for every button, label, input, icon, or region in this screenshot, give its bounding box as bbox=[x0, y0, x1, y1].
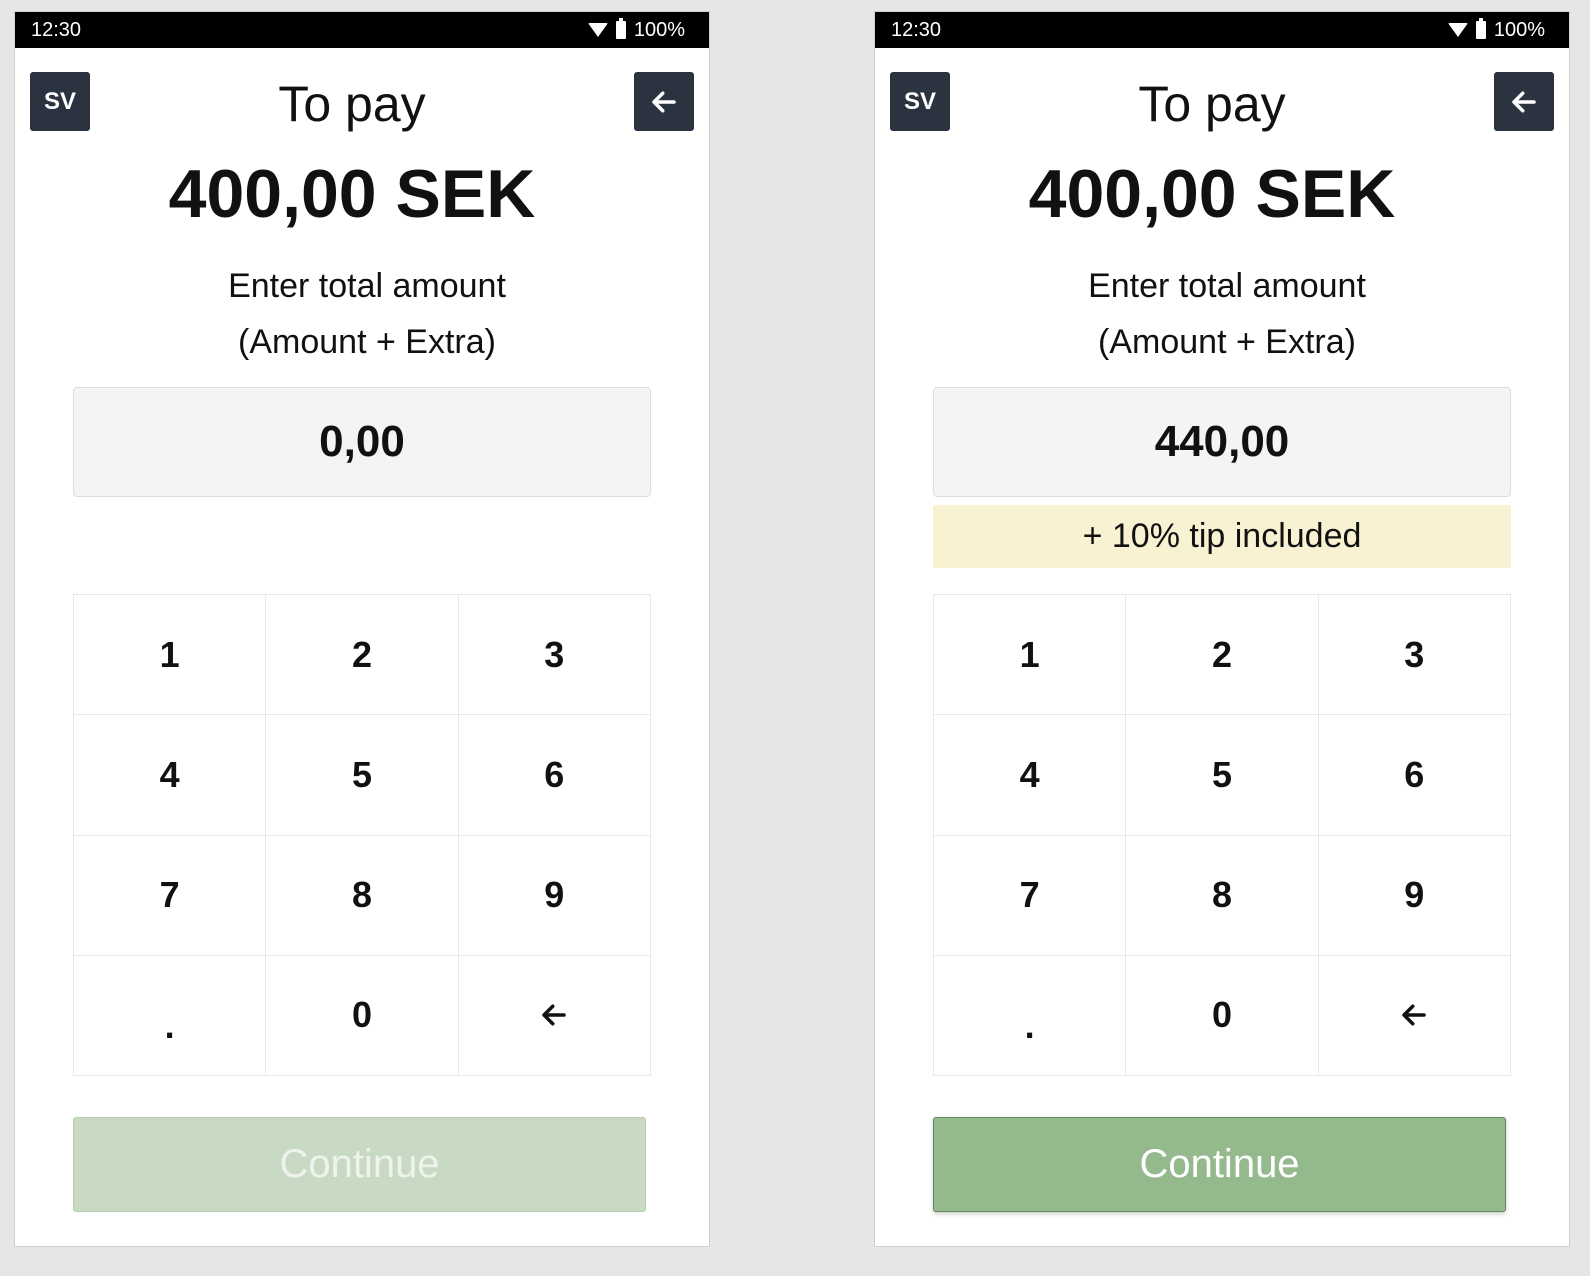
instruction-text: Enter total amount (Amount + Extra) bbox=[15, 258, 709, 370]
key-7[interactable]: 7 bbox=[74, 835, 267, 956]
instruction-line-2: (Amount + Extra) bbox=[1098, 323, 1356, 361]
key-2[interactable]: 2 bbox=[266, 595, 459, 716]
key-3[interactable]: 3 bbox=[1318, 595, 1511, 716]
numeric-keypad: 1 2 3 4 5 6 7 8 9 . 0 bbox=[933, 594, 1511, 1076]
key-6[interactable]: 6 bbox=[1318, 715, 1511, 836]
arrow-left-icon bbox=[542, 1004, 567, 1026]
key-2[interactable]: 2 bbox=[1126, 595, 1319, 716]
instruction-line-2: (Amount + Extra) bbox=[238, 323, 496, 361]
key-5[interactable]: 5 bbox=[266, 715, 459, 836]
phone-screen-empty: 12:30 100% SV To pay 400,00 SEK Enter to… bbox=[14, 11, 710, 1247]
continue-button[interactable]: Continue bbox=[933, 1117, 1506, 1212]
instruction-line-1: Enter total amount bbox=[228, 267, 506, 305]
key-decimal[interactable]: . bbox=[74, 955, 267, 1076]
wifi-icon bbox=[1447, 23, 1468, 37]
status-time: 12:30 bbox=[31, 18, 82, 41]
status-battery: 100% bbox=[1493, 18, 1545, 41]
battery-icon bbox=[1475, 18, 1486, 39]
status-battery: 100% bbox=[633, 18, 685, 41]
numeric-keypad: 1 2 3 4 5 6 7 8 9 . 0 bbox=[73, 594, 651, 1076]
battery-icon bbox=[615, 18, 626, 39]
key-9[interactable]: 9 bbox=[458, 835, 651, 956]
page-title: To pay bbox=[1138, 76, 1286, 132]
key-1[interactable]: 1 bbox=[934, 595, 1127, 716]
phone-screen-filled: 12:30 100% SV To pay 400,00 SEK Enter to… bbox=[874, 11, 1570, 1247]
key-backspace[interactable] bbox=[458, 955, 651, 1076]
amount-due: 400,00 SEK bbox=[168, 156, 536, 232]
key-5[interactable]: 5 bbox=[1126, 715, 1319, 836]
instruction-text: Enter total amount (Amount + Extra) bbox=[875, 258, 1569, 370]
amount-input[interactable]: 440,00 bbox=[933, 387, 1511, 497]
key-4[interactable]: 4 bbox=[934, 715, 1127, 836]
key-0[interactable]: 0 bbox=[266, 955, 459, 1076]
key-1[interactable]: 1 bbox=[74, 595, 267, 716]
key-8[interactable]: 8 bbox=[266, 835, 459, 956]
key-6[interactable]: 6 bbox=[458, 715, 651, 836]
amount-due: 400,00 SEK bbox=[1028, 156, 1396, 232]
key-8[interactable]: 8 bbox=[1126, 835, 1319, 956]
key-9[interactable]: 9 bbox=[1318, 835, 1511, 956]
continue-button[interactable]: Continue bbox=[73, 1117, 646, 1212]
wifi-icon bbox=[587, 23, 608, 37]
tip-banner: + 10% tip included bbox=[933, 505, 1511, 568]
page-title: To pay bbox=[278, 76, 426, 132]
key-backspace[interactable] bbox=[1318, 955, 1511, 1076]
key-4[interactable]: 4 bbox=[74, 715, 267, 836]
instruction-line-1: Enter total amount bbox=[1088, 267, 1366, 305]
key-0[interactable]: 0 bbox=[1126, 955, 1319, 1076]
key-7[interactable]: 7 bbox=[934, 835, 1127, 956]
key-decimal[interactable]: . bbox=[934, 955, 1127, 1076]
status-bar: 12:30 100% bbox=[15, 12, 709, 48]
key-3[interactable]: 3 bbox=[458, 595, 651, 716]
status-time: 12:30 bbox=[891, 18, 942, 41]
status-bar: 12:30 100% bbox=[875, 12, 1569, 48]
amount-input[interactable]: 0,00 bbox=[73, 387, 651, 497]
arrow-left-icon bbox=[1402, 1004, 1427, 1026]
